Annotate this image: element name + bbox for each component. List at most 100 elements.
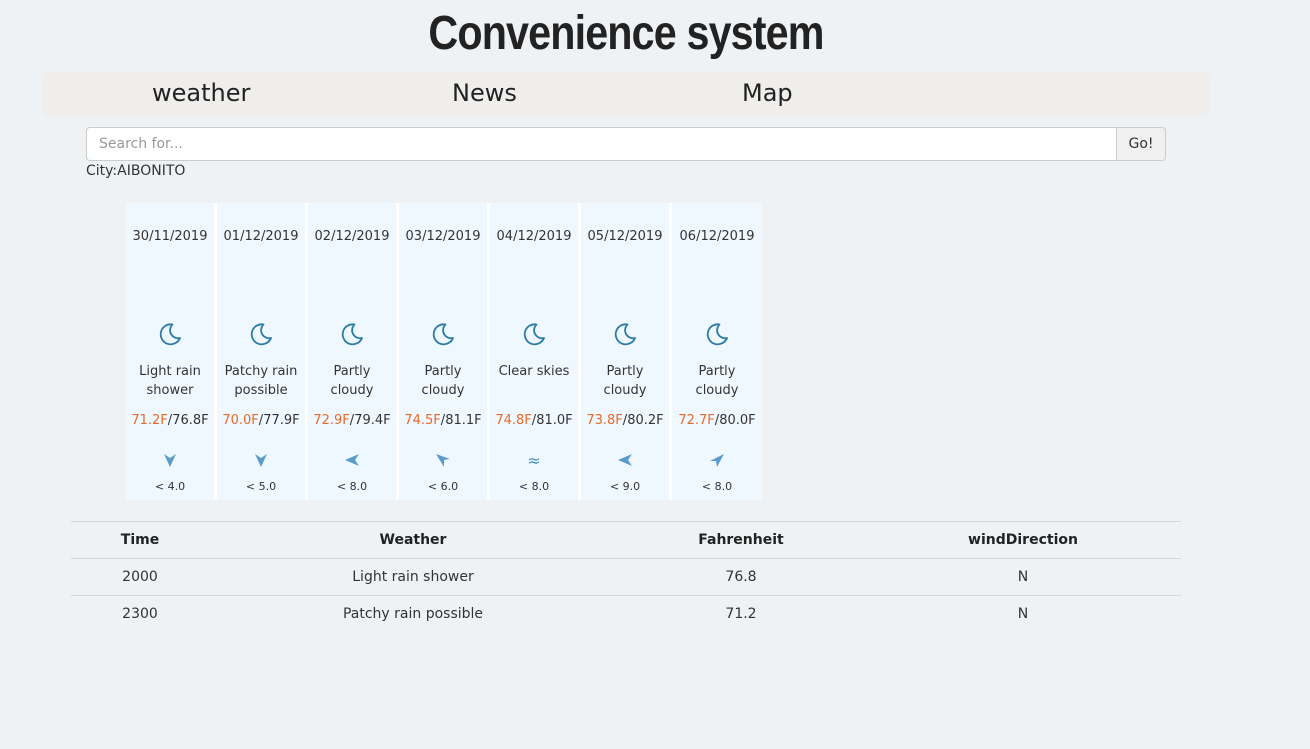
- forecast-wind-speed: < 8.0: [701, 480, 733, 493]
- arrow-down-icon: [217, 451, 305, 469]
- search-input[interactable]: [86, 127, 1117, 161]
- forecast-date: 04/12/2019: [496, 229, 572, 244]
- forecast-temperature: 72.9F/79.4F: [308, 413, 396, 428]
- forecast-description-line: Partly: [606, 364, 644, 379]
- navbar: weather News Map: [42, 72, 1210, 116]
- temp-low: 74.5F: [404, 413, 441, 428]
- column-header-time: Time: [71, 521, 209, 559]
- forecast-description: Partly cloudy: [581, 362, 669, 400]
- cell-time: 2000: [71, 558, 209, 596]
- forecast-temperature: 73.8F/80.2F: [581, 413, 669, 428]
- forecast-temperature: 71.2F/76.8F: [126, 413, 214, 428]
- moon-icon: [490, 321, 578, 347]
- page-title: Convenience system: [428, 7, 824, 60]
- go-button[interactable]: Go!: [1116, 127, 1166, 161]
- cell-fahrenheit: 71.2: [617, 595, 865, 632]
- forecast-date: 02/12/2019: [314, 229, 390, 244]
- cell-weather: Patchy rain possible: [209, 595, 617, 632]
- temp-high: 76.8F: [172, 413, 209, 428]
- moon-icon: [217, 321, 305, 347]
- forecast-wind-speed: < 8.0: [336, 480, 368, 493]
- temp-low: 70.0F: [222, 413, 259, 428]
- nav-item-weather[interactable]: weather: [152, 79, 250, 107]
- forecast-card: 06/12/2019 Partly cloudy 72.7F/80.0F < 8.0: [672, 203, 762, 500]
- wind-waves-icon: ≈: [527, 450, 541, 470]
- forecast-date: 30/11/2019: [132, 229, 208, 244]
- forecast-description: Clear skies: [490, 362, 578, 381]
- forecast-cards: 30/11/2019 Light rain shower 71.2F/76.8F < 4…: [126, 203, 762, 500]
- forecast-date: 06/12/2019: [679, 229, 755, 244]
- forecast-wind-speed: < 8.0: [518, 480, 550, 493]
- temp-high: 77.9F: [263, 413, 300, 428]
- forecast-card: 04/12/2019 Clear skies 74.8F/81.0F ≈ < 8.0: [490, 203, 578, 500]
- cell-weather: Light rain shower: [209, 558, 617, 596]
- moon-icon: [126, 321, 214, 347]
- arrow-up-left-icon: [399, 451, 487, 469]
- forecast-card: 05/12/2019 Partly cloudy 73.8F/80.2F < 9.0: [581, 203, 669, 500]
- forecast-date: 01/12/2019: [223, 229, 299, 244]
- forecast-card: 03/12/2019 Partly cloudy 74.5F/81.1F < 6.0: [399, 203, 487, 500]
- temp-high: 81.0F: [536, 413, 573, 428]
- temp-high: 79.4F: [354, 413, 391, 428]
- nav-item-map[interactable]: Map: [742, 79, 793, 107]
- temp-low: 74.8F: [495, 413, 532, 428]
- hourly-table: Time Weather Fahrenheit windDirection 20…: [71, 521, 1181, 632]
- forecast-description-line: cloudy: [330, 383, 374, 398]
- forecast-temperature: 70.0F/77.9F: [217, 413, 305, 428]
- forecast-description-line: Partly: [333, 364, 371, 379]
- forecast-description: Partly cloudy: [308, 362, 396, 400]
- temp-low: 72.7F: [678, 413, 715, 428]
- cell-wind-direction: N: [865, 558, 1181, 596]
- forecast-description-line: cloudy: [421, 383, 465, 398]
- forecast-description-line: Partly: [698, 364, 736, 379]
- arrow-left-icon: [581, 451, 669, 469]
- forecast-description: Partly cloudy: [399, 362, 487, 400]
- moon-icon: [581, 321, 669, 347]
- forecast-card: 02/12/2019 Partly cloudy 72.9F/79.4F < 8.0: [308, 203, 396, 500]
- table-header-row: Time Weather Fahrenheit windDirection: [71, 521, 1181, 559]
- forecast-date: 05/12/2019: [587, 229, 663, 244]
- forecast-description-line: Clear skies: [498, 364, 570, 379]
- temp-high: 81.1F: [445, 413, 482, 428]
- forecast-wind-speed: < 4.0: [154, 480, 186, 493]
- forecast-description-line: Light rain: [139, 364, 201, 379]
- forecast-description: Patchy rain possible: [217, 362, 305, 400]
- column-header-fahrenheit: Fahrenheit: [617, 521, 865, 559]
- column-header-weather: Weather: [209, 521, 617, 559]
- arrow-down-icon: [126, 451, 214, 469]
- search-bar: Go!: [86, 127, 1166, 161]
- forecast-temperature: 72.7F/80.0F: [672, 413, 762, 428]
- forecast-wind-speed: < 5.0: [245, 480, 277, 493]
- forecast-description-line: Partly: [424, 364, 462, 379]
- city-label: City:AIBONITO: [86, 163, 186, 179]
- forecast-description-line: cloudy: [695, 383, 739, 398]
- forecast-date: 03/12/2019: [405, 229, 481, 244]
- moon-icon: [672, 321, 762, 347]
- cell-fahrenheit: 76.8: [617, 558, 865, 596]
- cell-time: 2300: [71, 595, 209, 632]
- forecast-wind-speed: < 9.0: [609, 480, 641, 493]
- forecast-description: Partly cloudy: [672, 362, 762, 400]
- cell-wind-direction: N: [865, 595, 1181, 632]
- temp-high: 80.0F: [719, 413, 756, 428]
- forecast-description-line: possible: [234, 383, 288, 398]
- forecast-description-line: shower: [146, 383, 194, 398]
- forecast-card: 01/12/2019 Patchy rain possible 70.0F/77.9F…: [217, 203, 305, 500]
- column-header-wind-direction: windDirection: [865, 521, 1181, 559]
- table-row: 2000 Light rain shower 76.8 N: [71, 558, 1181, 596]
- forecast-temperature: 74.8F/81.0F: [490, 413, 578, 428]
- temp-low: 71.2F: [131, 413, 168, 428]
- forecast-temperature: 74.5F/81.1F: [399, 413, 487, 428]
- moon-icon: [308, 321, 396, 347]
- temp-low: 73.8F: [586, 413, 623, 428]
- arrow-up-right-icon: [672, 451, 762, 469]
- table-row: 2300 Patchy rain possible 71.2 N: [71, 595, 1181, 632]
- temp-high: 80.2F: [627, 413, 664, 428]
- temp-low: 72.9F: [313, 413, 350, 428]
- forecast-description-line: Patchy rain: [224, 364, 298, 379]
- nav-item-news[interactable]: News: [452, 79, 517, 107]
- forecast-description: Light rain shower: [126, 362, 214, 400]
- forecast-wind-speed: < 6.0: [427, 480, 459, 493]
- forecast-card: 30/11/2019 Light rain shower 71.2F/76.8F < 4…: [126, 203, 214, 500]
- arrow-left-icon: [308, 451, 396, 469]
